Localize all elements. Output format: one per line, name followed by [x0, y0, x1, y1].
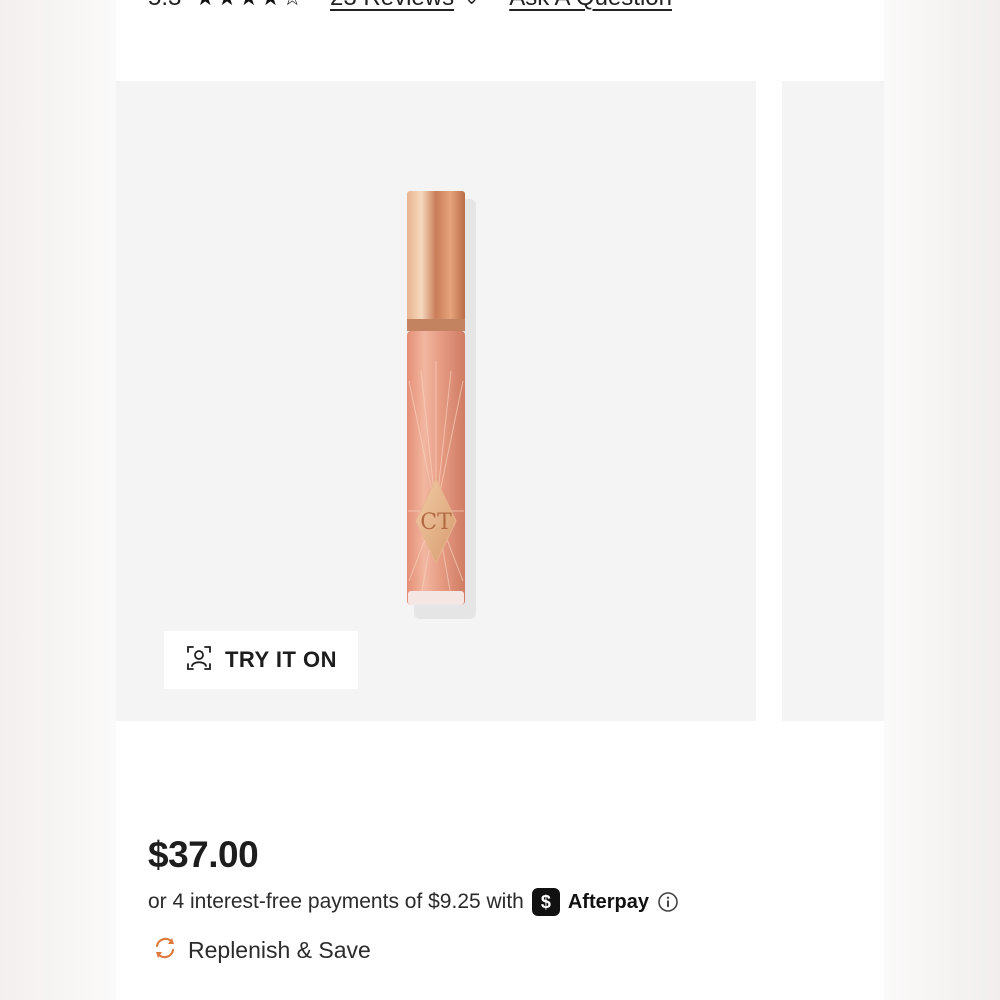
- refresh-icon: [152, 935, 178, 966]
- product-image-main[interactable]: CT: [116, 81, 756, 721]
- afterpay-row: or 4 interest-free payments of $9.25 wit…: [148, 884, 679, 920]
- product-price: $37.00: [148, 834, 259, 875]
- try-it-on-button[interactable]: TRY IT ON: [164, 631, 358, 689]
- reviews-link[interactable]: 23 Reviews: [330, 0, 454, 12]
- afterpay-brand: Afterpay: [567, 890, 649, 913]
- afterpay-logo-icon: $: [531, 888, 560, 916]
- replenish-row[interactable]: Replenish & Save: [152, 934, 371, 966]
- chevron-down-icon[interactable]: ⌄: [464, 0, 479, 9]
- svg-text:CT: CT: [420, 510, 452, 535]
- lip-gloss-product-image: CT: [407, 191, 476, 619]
- star-filled-icon: ★: [239, 0, 259, 9]
- rating-value: 5.3: [148, 0, 181, 12]
- product-image-next[interactable]: [782, 81, 884, 721]
- star-empty-icon: ☆: [282, 0, 302, 9]
- star-rating: ★ ★ ★ ★ ☆: [195, 0, 302, 9]
- installment-text: or 4 interest-free payments of $9.25 wit…: [148, 890, 524, 913]
- rating-row: 5.3 ★ ★ ★ ★ ☆ 23 Reviews ⌄ Ask A Questio…: [148, 0, 672, 12]
- try-it-on-label: TRY IT ON: [224, 647, 338, 672]
- info-icon[interactable]: [657, 891, 679, 913]
- star-filled-icon: ★: [195, 0, 215, 9]
- face-scan-icon: [185, 644, 213, 677]
- replenish-save-label: Replenish & Save: [188, 936, 371, 963]
- ask-question-link[interactable]: Ask A Question: [509, 0, 672, 12]
- star-filled-icon: ★: [217, 0, 237, 9]
- star-filled-icon: ★: [261, 0, 281, 9]
